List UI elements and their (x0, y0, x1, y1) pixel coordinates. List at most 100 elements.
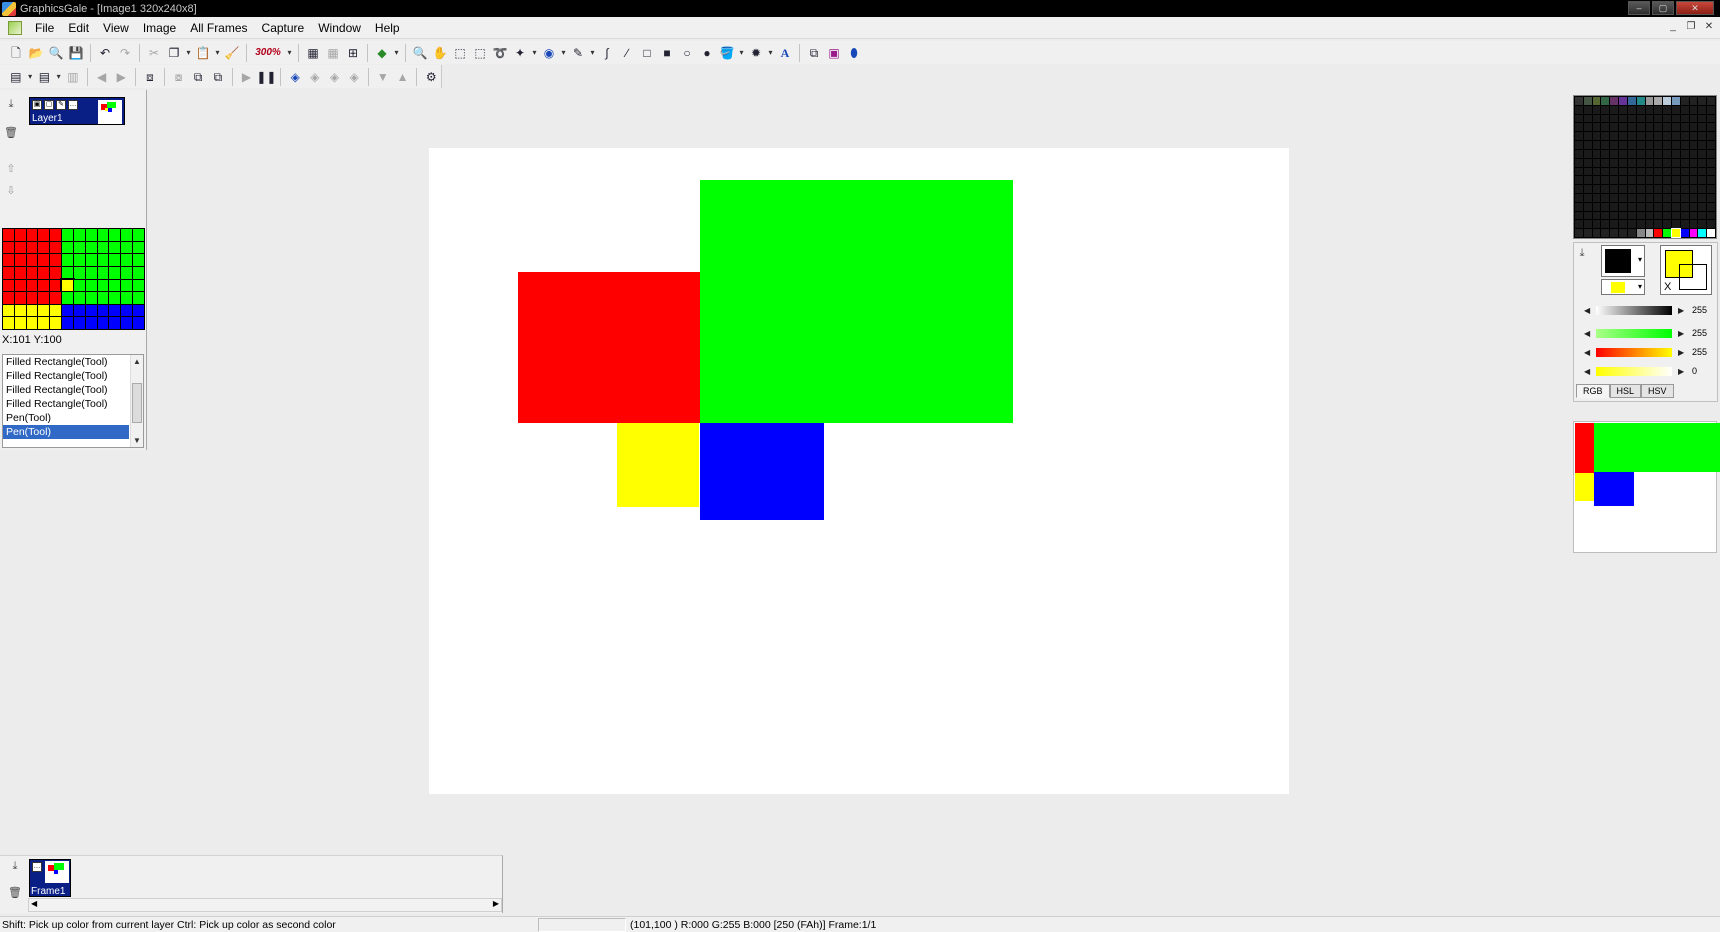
palette-swatch[interactable] (1698, 220, 1707, 229)
palette-swatch[interactable] (1645, 105, 1654, 114)
tab-rgb[interactable]: RGB (1576, 384, 1610, 398)
palette-swatch[interactable] (1680, 141, 1689, 149)
palette-swatch[interactable] (1636, 202, 1645, 211)
palette-swatch[interactable] (1654, 132, 1663, 141)
palette-swatch[interactable] (1671, 220, 1680, 229)
palette-swatch[interactable] (1610, 211, 1619, 220)
palette-swatch[interactable] (1601, 149, 1610, 158)
palette-swatch[interactable] (1689, 114, 1698, 123)
palette-swatch[interactable] (1671, 202, 1680, 211)
palette-swatch[interactable] (1663, 176, 1671, 185)
fill-bucket-icon[interactable]: 🪣 (717, 43, 737, 63)
layer-edit-icon[interactable]: ✎ (56, 100, 66, 110)
palette-swatch[interactable] (1575, 193, 1583, 202)
palette-swatch[interactable] (1707, 220, 1715, 229)
palette-swatch[interactable] (1575, 220, 1583, 229)
palette-swatch[interactable] (1601, 167, 1610, 176)
palette-swatch[interactable] (1636, 229, 1645, 237)
palette-swatch[interactable] (1671, 185, 1680, 193)
palette-swatch[interactable] (1663, 202, 1671, 211)
palette-swatch[interactable] (1636, 167, 1645, 176)
palette-swatch[interactable] (1636, 176, 1645, 185)
palette-swatch[interactable] (1671, 176, 1680, 185)
palette-swatch[interactable] (1619, 193, 1627, 202)
palette-swatch[interactable] (1575, 97, 1583, 105)
blue-slider-right-arrow-icon[interactable]: ▶ (1678, 367, 1684, 376)
red-slider-right-arrow-icon[interactable]: ▶ (1678, 348, 1684, 357)
scroll-up-icon[interactable]: ▲ (131, 357, 143, 366)
palette-swatch[interactable] (1671, 193, 1680, 202)
minimize-button[interactable]: – (1628, 1, 1650, 15)
palette-swatch[interactable] (1663, 149, 1671, 158)
palette-swatch[interactable] (1610, 176, 1619, 185)
palette-swatch[interactable] (1583, 211, 1592, 220)
palette-swatch[interactable] (1592, 176, 1601, 185)
palette-swatch[interactable] (1627, 114, 1636, 123)
palette-swatch[interactable] (1627, 211, 1636, 220)
pen-icon[interactable]: ✎ (568, 43, 588, 63)
hand-tool-icon[interactable]: ✋ (430, 43, 450, 63)
palette-swatch[interactable] (1680, 176, 1689, 185)
palette-swatch[interactable] (1698, 105, 1707, 114)
palette-swatch[interactable] (1698, 123, 1707, 132)
palette-swatch[interactable] (1680, 158, 1689, 167)
palette-swatch[interactable] (1601, 132, 1610, 141)
palette-swatch[interactable] (1645, 220, 1654, 229)
palette-swatch[interactable] (1663, 220, 1671, 229)
palette-swatch[interactable] (1619, 176, 1627, 185)
palette-swatch[interactable] (1698, 202, 1707, 211)
palette-swatch[interactable] (1698, 176, 1707, 185)
mask-icon[interactable]: ▣ (824, 43, 844, 63)
palette-swatch[interactable] (1583, 132, 1592, 141)
palette-swatch[interactable] (1671, 158, 1680, 167)
close-button[interactable]: ✕ (1676, 1, 1714, 15)
scroll-right-icon[interactable]: ▶ (493, 899, 499, 908)
palette-swatch[interactable] (1707, 158, 1715, 167)
palette-swatch[interactable] (1645, 167, 1654, 176)
palette-swatch[interactable] (1689, 193, 1698, 202)
tile-icon[interactable]: ⊞ (343, 43, 363, 63)
palette-swatch[interactable] (1654, 114, 1663, 123)
document-icon[interactable] (8, 20, 22, 35)
palette-swatch[interactable] (1627, 185, 1636, 193)
previous-frame-icon[interactable]: ◀ (92, 67, 112, 87)
palette-swatch[interactable] (1636, 114, 1645, 123)
palette-swatch[interactable] (1645, 114, 1654, 123)
history-item[interactable]: Pen(Tool) (3, 411, 129, 425)
palette-swatch[interactable] (1645, 185, 1654, 193)
palette-swatch[interactable] (1601, 158, 1610, 167)
layer-hide-icon[interactable]: ◈ (344, 67, 364, 87)
palette-swatch[interactable] (1654, 141, 1663, 149)
palette-swatch[interactable] (1671, 149, 1680, 158)
palette-swatch[interactable] (1627, 105, 1636, 114)
palette-swatch[interactable] (1663, 185, 1671, 193)
palette-swatch[interactable] (1619, 202, 1627, 211)
palette-swatch[interactable] (1627, 149, 1636, 158)
palette-swatch[interactable] (1698, 211, 1707, 220)
blue-slider-left-arrow-icon[interactable]: ◀ (1584, 367, 1590, 376)
tab-hsl[interactable]: HSL (1609, 384, 1642, 398)
palette-swatch[interactable] (1583, 158, 1592, 167)
palette-swatch[interactable] (1707, 132, 1715, 141)
select-mode-icon[interactable]: ◉ (539, 43, 559, 63)
palette-swatch[interactable] (1689, 105, 1698, 114)
color-fill-mode-icon[interactable]: ◆ (372, 43, 392, 63)
palette-swatch[interactable] (1610, 193, 1619, 202)
onion-skin-icon[interactable]: ⧇ (169, 67, 189, 87)
palette-swatch[interactable] (1654, 97, 1663, 105)
layer-up-icon[interactable]: ⇧ (4, 162, 18, 176)
palette-swatch[interactable] (1592, 167, 1601, 176)
palette-swatch[interactable] (1671, 141, 1680, 149)
palette-swatch[interactable] (1671, 167, 1680, 176)
palette-swatch[interactable] (1654, 176, 1663, 185)
layer-more-icon[interactable]: … (68, 100, 78, 110)
palette-swatch[interactable] (1592, 141, 1601, 149)
red-slider[interactable] (1596, 348, 1672, 357)
palette-swatch[interactable] (1592, 149, 1601, 158)
palette-swatch[interactable] (1680, 193, 1689, 202)
menu-file[interactable]: File (28, 17, 61, 39)
palette-swatch[interactable] (1592, 202, 1601, 211)
palette-swatch[interactable] (1575, 229, 1583, 237)
palette-swatch[interactable] (1636, 185, 1645, 193)
palette-swatch[interactable] (1592, 105, 1601, 114)
